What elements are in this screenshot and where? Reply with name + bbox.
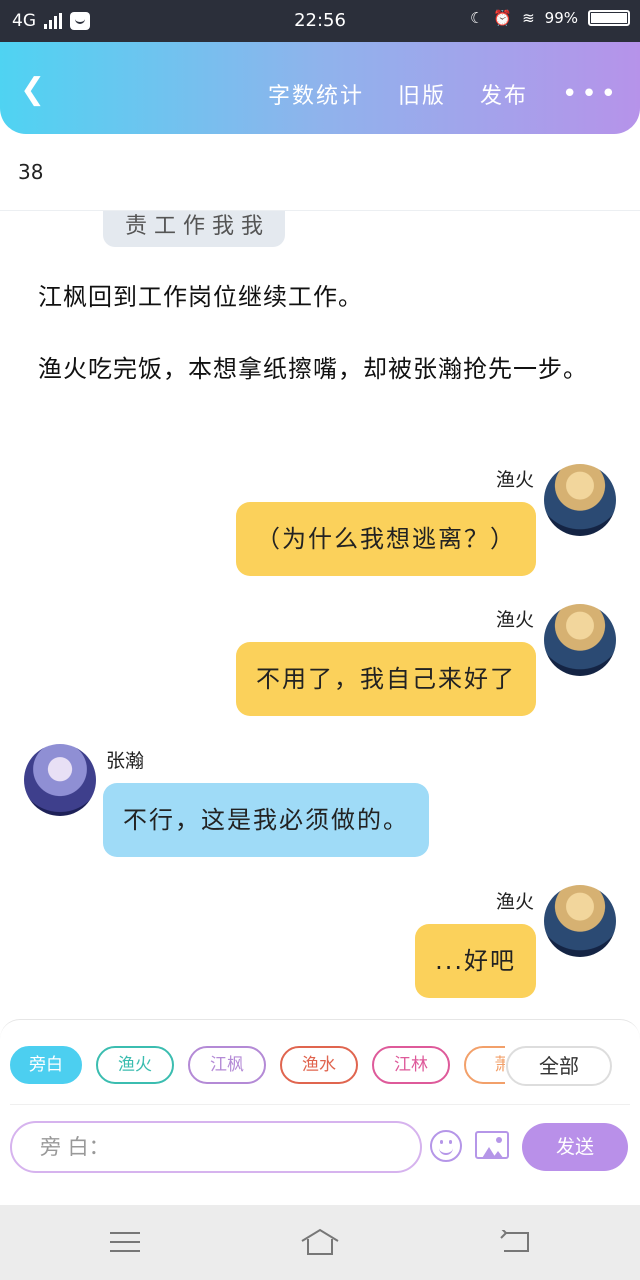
chevron-left-icon[interactable]: ❮ [20, 72, 45, 107]
character-tag[interactable]: 旁白 [10, 1046, 82, 1084]
image-icon[interactable] [475, 1131, 509, 1159]
partial-message-bubble: 责 工 作 我 我 [103, 211, 285, 247]
speaker-name: 渔火 [495, 891, 534, 913]
back-icon[interactable] [498, 1230, 532, 1254]
home-icon[interactable] [300, 1227, 340, 1257]
character-tag-bar[interactable]: 旁白 渔火 江枫 渔水 江林萧 [10, 1046, 505, 1088]
battery-icon [588, 10, 630, 26]
narration-text: 江枫回到工作岗位继续工作。 [38, 283, 363, 311]
composer-panel: 旁白 渔火 江枫 渔水 江林萧 全部 旁 白： 发送 [0, 1019, 640, 1206]
character-tag[interactable]: 江林 [372, 1046, 450, 1084]
avatar[interactable] [24, 744, 96, 816]
speaker-name: 张瀚 [106, 750, 145, 772]
word-count-value: 38 [18, 160, 44, 184]
more-icon[interactable]: ••• [562, 79, 620, 109]
character-tag[interactable]: 渔水 [280, 1046, 358, 1084]
partial-bubble-text: 责 工 作 我 我 [125, 214, 263, 239]
emoji-icon[interactable] [430, 1130, 462, 1162]
status-right: ☾ ⏰ ≋ 99% [470, 9, 630, 27]
word-count-button[interactable]: 字数统计 [268, 78, 364, 110]
alarm-icon: ⏰ [493, 9, 513, 27]
publish-button[interactable]: 发布 [480, 78, 528, 110]
speaker-name: 渔火 [495, 609, 534, 631]
battery-percent: 99% [544, 9, 578, 27]
header-actions: 字数统计 旧版 发布 ••• [268, 78, 620, 110]
avatar[interactable] [544, 604, 616, 676]
message-bubble[interactable]: ...好吧 [415, 924, 536, 998]
character-tag[interactable]: 萧 [464, 1046, 505, 1084]
status-bar: 4G 22:56 ☾ ⏰ ≋ 99% [0, 0, 640, 42]
all-characters-button[interactable]: 全部 [506, 1046, 612, 1086]
divider [10, 1104, 630, 1105]
character-tag[interactable]: 渔火 [96, 1046, 174, 1084]
message-bubble[interactable]: 不用了，我自己来好了 [236, 642, 536, 716]
app-header: ❮ 字数统计 旧版 发布 ••• [0, 42, 640, 134]
message-bubble[interactable]: 不行，这是我必须做的。 [103, 783, 429, 857]
old-version-button[interactable]: 旧版 [398, 78, 446, 110]
wifi-icon: ≋ [522, 9, 535, 27]
avatar[interactable] [544, 885, 616, 957]
message-input[interactable]: 旁 白： [10, 1121, 422, 1173]
moon-icon: ☾ [469, 9, 484, 27]
speaker-name: 渔火 [495, 469, 534, 491]
message-bubble[interactable]: （为什么我想逃离？） [236, 502, 536, 576]
chat-area[interactable]: 责 工 作 我 我 江枫回到工作岗位继续工作。 渔火吃完饭，本想拿纸擦嘴，却被张… [0, 211, 640, 1019]
avatar[interactable] [544, 464, 616, 536]
character-tag[interactable]: 江枫 [188, 1046, 266, 1084]
system-nav-bar [0, 1205, 640, 1280]
narration-text: 渔火吃完饭，本想拿纸擦嘴，却被张瀚抢先一步。 [38, 355, 588, 383]
battery-fill [591, 13, 627, 23]
menu-icon[interactable] [110, 1232, 140, 1259]
send-button[interactable]: 发送 [522, 1123, 628, 1171]
